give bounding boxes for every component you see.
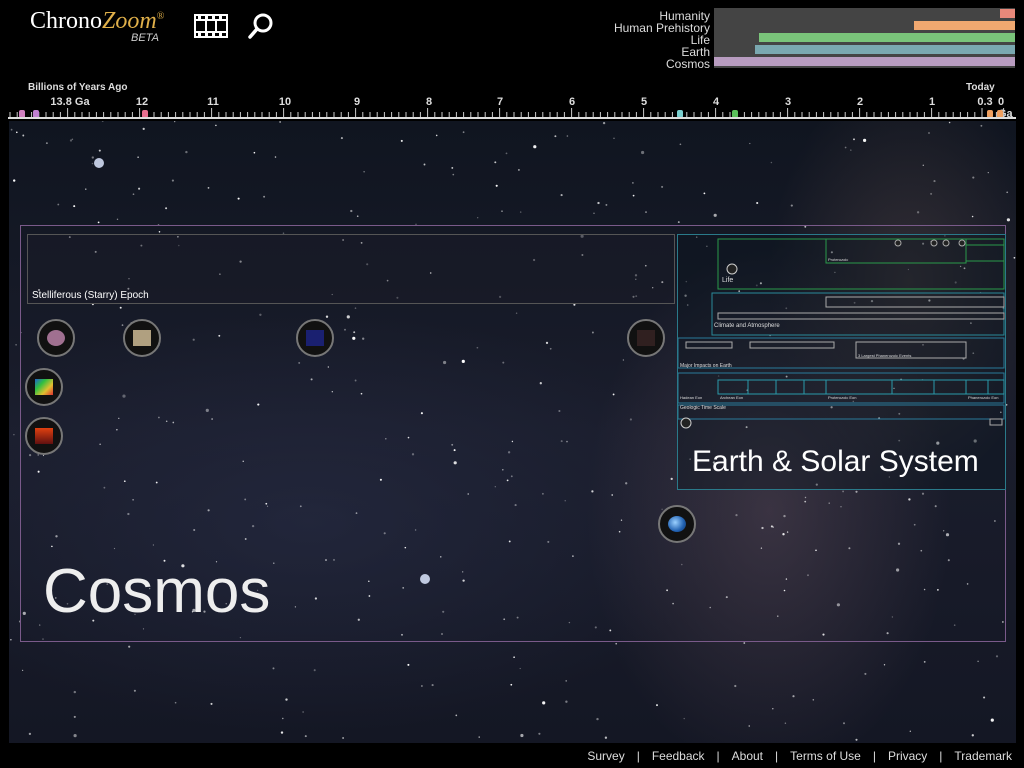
mini-label-archean: Archean Eon bbox=[720, 395, 744, 400]
footer-links: Survey | Feedback | About | Terms of Use | Priva… bbox=[587, 749, 1012, 763]
footer-separator: | bbox=[716, 749, 720, 763]
earth-solar-system-timeline[interactable]: Life Climate and Atmosphere Major Impact… bbox=[677, 234, 1006, 490]
stelliferous-epoch-timeline[interactable]: Stelliferous (Starry) Epoch bbox=[27, 234, 675, 304]
mini-label-hadean: Hadean Eon bbox=[680, 395, 703, 400]
navigator-bars bbox=[714, 8, 1015, 68]
nav-bar-humanity[interactable] bbox=[999, 9, 1015, 18]
axis-baseline bbox=[8, 117, 1016, 119]
galaxy-exhibit[interactable] bbox=[37, 319, 75, 357]
mini-label-geologic: Geologic Time Scale bbox=[680, 405, 726, 411]
cosmos-timeline[interactable]: Stelliferous (Starry) Epoch Life Climate… bbox=[20, 225, 1006, 642]
header: ChronoZoom® BETA Humanity Human Prehisto… bbox=[0, 0, 1024, 80]
nav-bar-earth[interactable] bbox=[754, 45, 1015, 54]
footer-separator: | bbox=[939, 749, 943, 763]
nav-bar-life[interactable] bbox=[759, 33, 1015, 42]
earth-solar-system-title: Earth & Solar System bbox=[692, 445, 979, 478]
mini-label-life: Life bbox=[722, 277, 734, 284]
chronozoom-logo[interactable]: ChronoZoom® BETA bbox=[30, 8, 165, 44]
mini-label-phanerozoic-eon: Phanerozoic Eon bbox=[968, 395, 999, 400]
nav-bar-human-prehistory[interactable] bbox=[914, 21, 1015, 30]
rainbow-thumbnail bbox=[35, 379, 53, 395]
galaxy-thumbnail bbox=[47, 330, 65, 346]
film-strip-icon[interactable] bbox=[194, 12, 228, 45]
logo-zoom: Zoom bbox=[102, 8, 157, 34]
stelliferous-epoch-label: Stelliferous (Starry) Epoch bbox=[32, 290, 149, 301]
footer-link-about[interactable]: About bbox=[732, 749, 763, 763]
nav-bar-cosmos[interactable] bbox=[714, 57, 1015, 66]
footer-link-feedback[interactable]: Feedback bbox=[652, 749, 705, 763]
footer: Survey | Feedback | About | Terms of Use | Priva… bbox=[0, 744, 1024, 768]
logo-registered: ® bbox=[156, 11, 165, 22]
timeline-canvas[interactable]: Stelliferous (Starry) Epoch Life Climate… bbox=[9, 121, 1016, 743]
footer-separator: | bbox=[636, 749, 640, 763]
logo-chrono: Chrono bbox=[30, 8, 102, 34]
footer-separator: | bbox=[872, 749, 876, 763]
footer-link-survey[interactable]: Survey bbox=[587, 749, 624, 763]
nebula-thumbnail bbox=[133, 330, 151, 346]
earth-exhibit[interactable] bbox=[658, 505, 696, 543]
footer-link-terms[interactable]: Terms of Use bbox=[790, 749, 861, 763]
earth-thumbnail bbox=[668, 516, 686, 532]
mini-label-proterozoic-eon: Proterozoic Eon bbox=[828, 395, 857, 400]
red-exhibit[interactable] bbox=[25, 417, 63, 455]
nav-label-cosmos[interactable]: Cosmos bbox=[666, 58, 710, 70]
mini-label-climate: Climate and Atmosphere bbox=[714, 323, 780, 329]
logo-beta: BETA bbox=[131, 32, 159, 44]
magnifier-icon[interactable] bbox=[247, 12, 275, 45]
footer-link-privacy[interactable]: Privacy bbox=[888, 749, 927, 763]
footer-separator: | bbox=[775, 749, 779, 763]
red-thumbnail bbox=[35, 428, 53, 444]
mini-label-impacts: Major Impacts on Earth bbox=[680, 363, 732, 369]
stars-thumbnail bbox=[306, 330, 324, 346]
timescale-axis[interactable]: Billions of Years Ago Today 13.8 Ga 12 11 1… bbox=[0, 80, 1024, 120]
rainbow-exhibit[interactable] bbox=[25, 368, 63, 406]
solar-exhibit[interactable] bbox=[627, 319, 665, 357]
mini-label-proterozoic: Proterozoic bbox=[828, 257, 849, 262]
mini-label-largest-events: 3 Largest Phanerozoic Events bbox=[858, 353, 912, 358]
axis-ticks bbox=[9, 108, 1012, 118]
stars-exhibit[interactable] bbox=[296, 319, 334, 357]
cosmos-title: Cosmos bbox=[43, 557, 271, 626]
footer-link-trademark[interactable]: Trademark bbox=[954, 749, 1012, 763]
nebula-exhibit[interactable] bbox=[123, 319, 161, 357]
solar-thumbnail bbox=[637, 330, 655, 346]
